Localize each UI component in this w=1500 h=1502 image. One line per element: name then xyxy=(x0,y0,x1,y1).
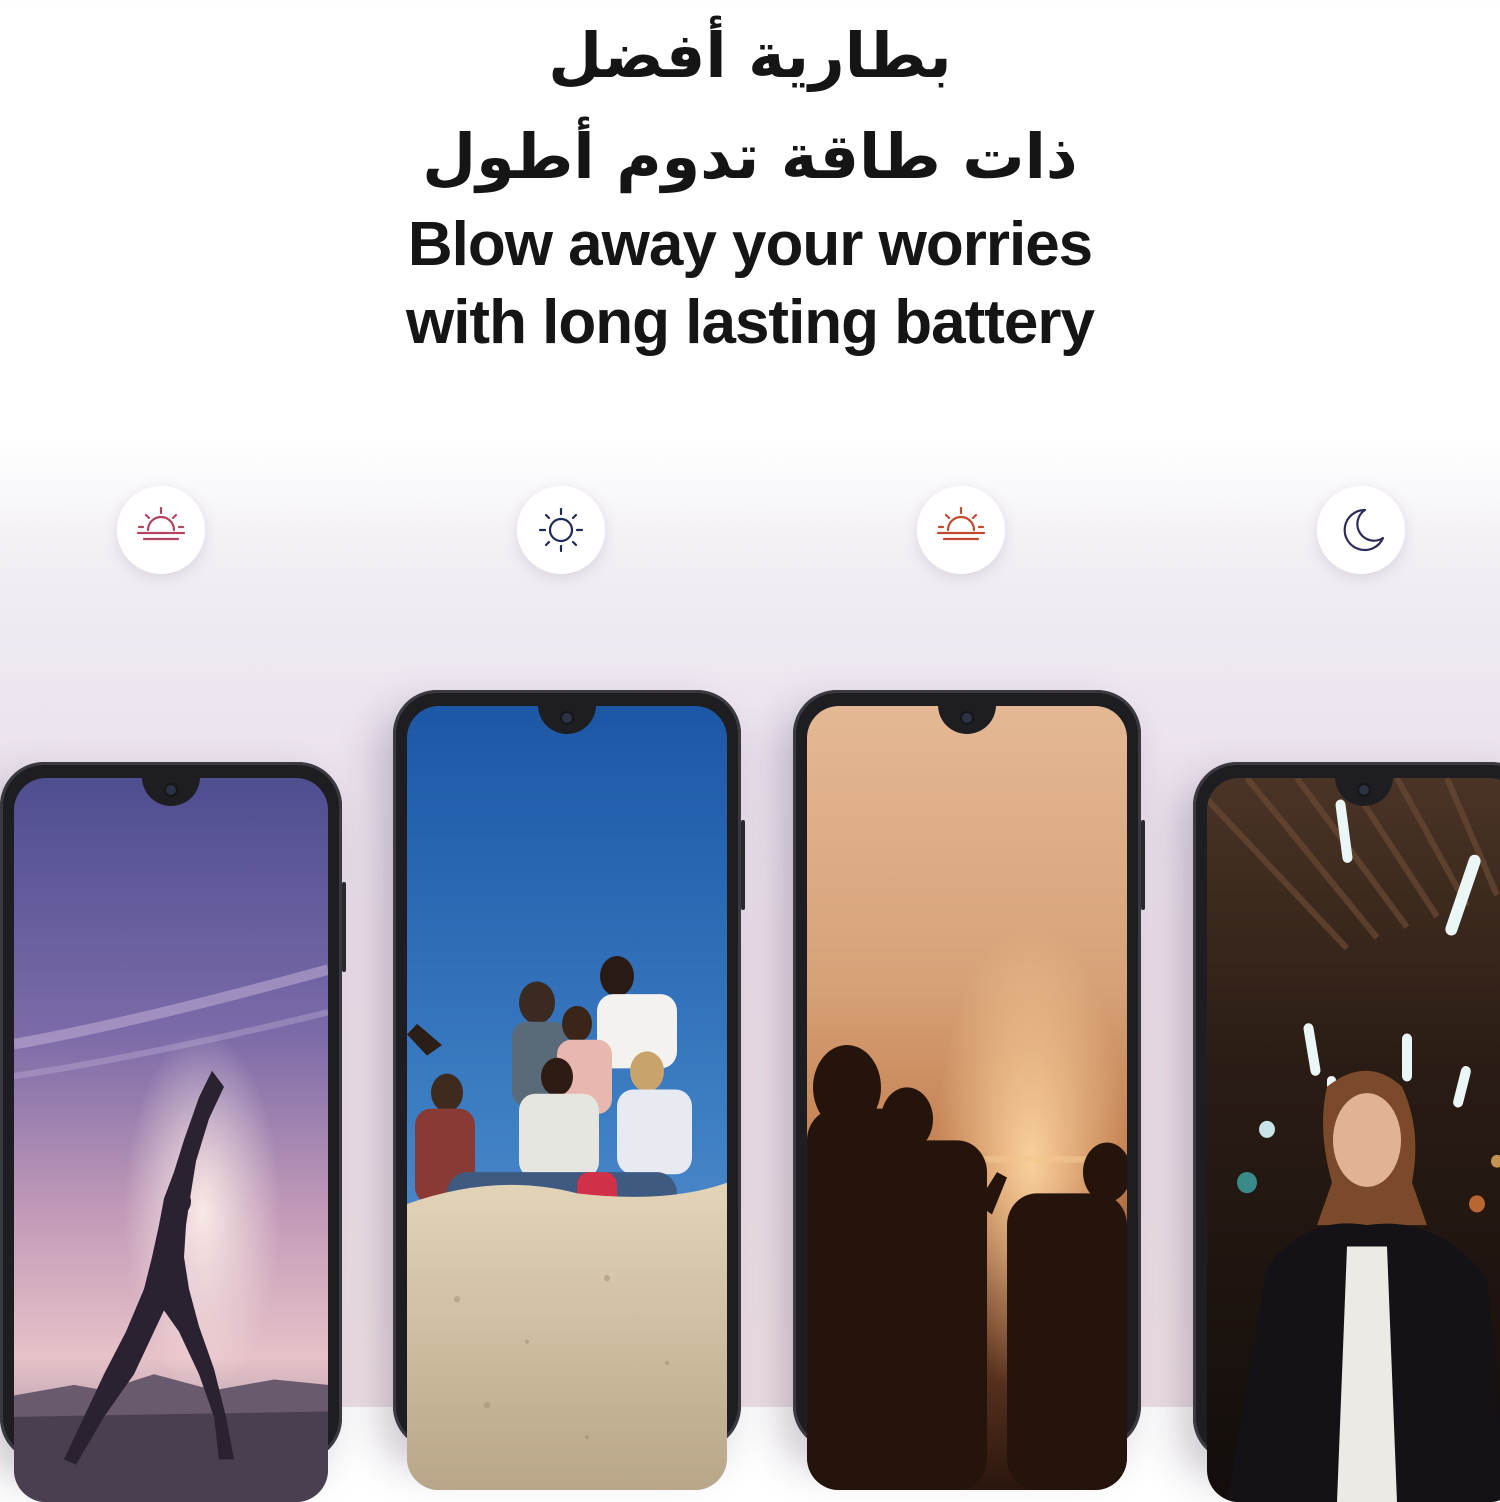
phone-screen-friends xyxy=(407,706,727,1490)
night-badge xyxy=(1317,486,1405,574)
phone-screen-sunset xyxy=(807,706,1127,1490)
phone-night xyxy=(1193,762,1500,1502)
phone-morning xyxy=(0,762,346,1502)
sunset-icon xyxy=(936,506,986,541)
noon-badge xyxy=(517,486,605,574)
headline-english-line2: with long lasting battery xyxy=(405,288,1095,357)
evening-badge xyxy=(917,486,1005,574)
headline-english-line1: Blow away your worries xyxy=(407,210,1093,279)
sun-icon xyxy=(538,507,584,553)
phone-screen-night xyxy=(1207,778,1500,1502)
phone-screen-yoga xyxy=(14,778,328,1502)
phone-noon xyxy=(393,690,745,1490)
moon-icon xyxy=(1343,508,1385,552)
morning-badge xyxy=(117,486,205,574)
headline-arabic-line1: بطارية أفضل xyxy=(548,19,952,92)
sunrise-icon xyxy=(136,506,186,541)
phone-evening xyxy=(793,690,1145,1490)
headline-arabic-line2: ذات طاقة تدوم أطول xyxy=(422,120,1078,193)
